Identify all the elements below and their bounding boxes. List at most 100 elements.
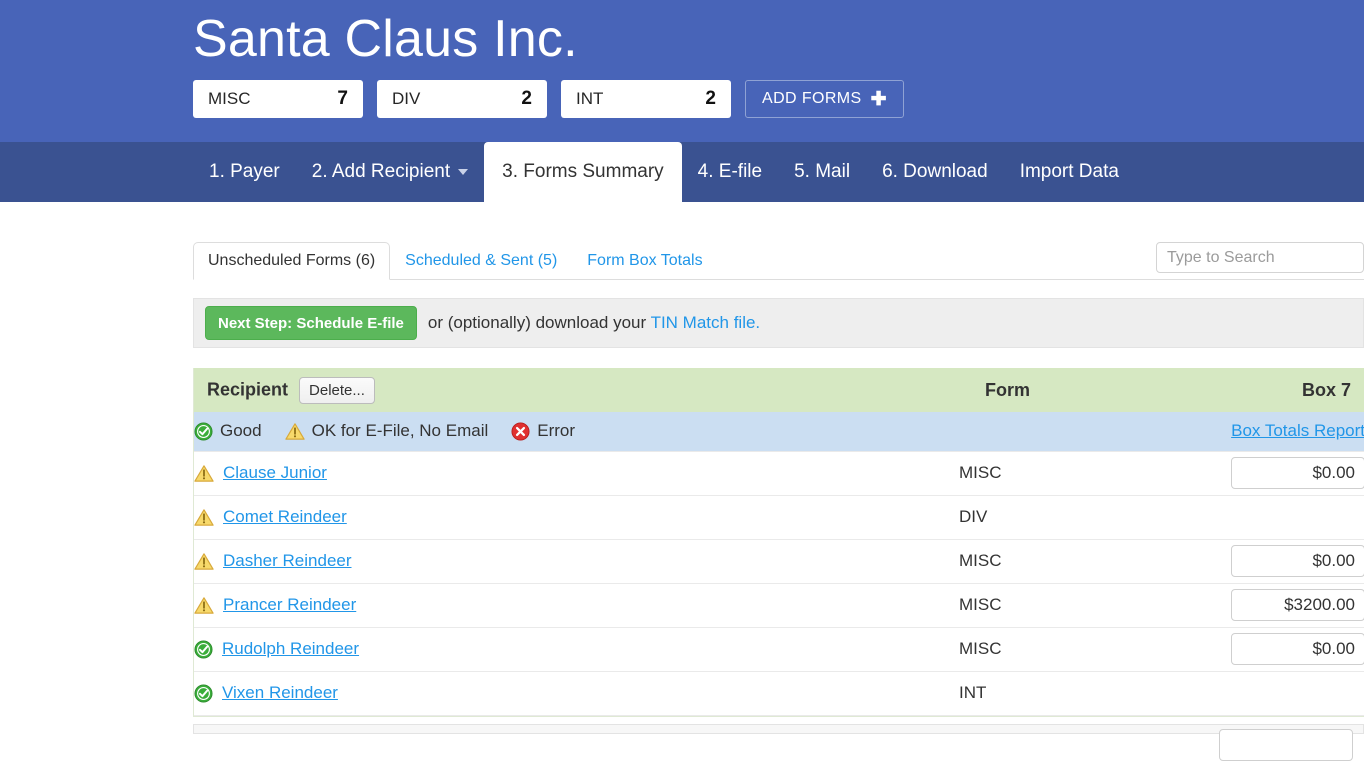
form-badge-int-count: 2: [705, 88, 716, 109]
action-panel-text-prefix: or (optionally) download your: [427, 313, 651, 332]
chevron-down-icon: [458, 169, 469, 175]
recipient-cell: Rudolph Reindeer: [194, 627, 959, 671]
column-header-recipient: Recipient Delete...: [194, 368, 959, 412]
company-title: Santa Claus Inc.: [193, 10, 578, 68]
recipient-inner: Comet Reindeer: [194, 507, 959, 527]
status-warning-triangle-icon: [194, 552, 214, 571]
action-panel: Next Step: Schedule E-file or (optionall…: [193, 298, 1364, 348]
column-header-box7: Box 7: [1301, 379, 1351, 400]
form-badge-row: MISC 7 DIV 2 INT 2 ADD FORMS ✚: [193, 80, 904, 118]
table-row[interactable]: Dasher Reindeer MISC: [194, 539, 1364, 583]
form-badge-int[interactable]: INT 2: [561, 80, 731, 118]
nav-item-forms-summary-label: 3. Forms Summary: [502, 161, 664, 182]
recipient-inner: Vixen Reindeer: [194, 683, 959, 703]
search-input[interactable]: [1156, 242, 1364, 273]
status-warning-triangle-icon: [194, 464, 214, 483]
box-amount-input[interactable]: [1231, 457, 1364, 489]
table-row[interactable]: Prancer Reindeer MISC: [194, 583, 1364, 627]
recipient-link[interactable]: Clause Junior: [223, 463, 327, 483]
tab-unscheduled-forms-label: Unscheduled Forms (6): [208, 252, 376, 269]
nav-item-import-data-label: Import Data: [1019, 161, 1119, 182]
add-forms-button[interactable]: ADD FORMS ✚: [745, 80, 904, 118]
action-panel-text: or (optionally) download your TIN Match …: [428, 313, 760, 333]
nav-item-add-recipient-label: 2. Add Recipient: [311, 161, 451, 182]
form-badge-misc-count: 7: [337, 88, 348, 109]
table-row[interactable]: Vixen Reindeer INT: [194, 671, 1364, 715]
tab-scheduled-sent[interactable]: Scheduled & Sent (5): [390, 242, 572, 280]
delete-button[interactable]: Delete...: [299, 376, 375, 404]
main-navigation-bar: 1. Payer 2. Add Recipient 3. Forms Summa…: [0, 142, 1364, 202]
status-warning-triangle-icon: [194, 508, 214, 527]
status-legend-row: Good OK for E-File, No Email Error Box T…: [194, 412, 1364, 451]
nav-item-mail-label: 5. Mail: [794, 161, 851, 182]
form-type-cell: DIV: [959, 507, 988, 526]
recipient-link[interactable]: Prancer Reindeer: [223, 595, 356, 615]
tab-scheduled-sent-label: Scheduled & Sent (5): [405, 252, 558, 269]
column-header-recipient-label: Recipient: [207, 378, 289, 399]
nav-item-download-label: 6. Download: [882, 161, 988, 182]
table-row[interactable]: Comet Reindeer DIV: [194, 495, 1364, 539]
status-warning-triangle-icon: [194, 596, 214, 615]
search-container: [1156, 242, 1364, 273]
box-totals-report-link[interactable]: Box Totals Report: [1231, 421, 1364, 440]
nav-item-add-recipient[interactable]: 2. Add Recipient: [296, 142, 484, 202]
brand-header: Santa Claus Inc. MISC 7 DIV 2 INT 2 ADD …: [0, 0, 1364, 142]
box-amount-cell: [1206, 583, 1364, 627]
status-good-check-icon: [194, 422, 213, 441]
box-amount-cell: [1206, 539, 1364, 583]
recipient-inner: Prancer Reindeer: [194, 595, 959, 615]
recipient-link[interactable]: Comet Reindeer: [223, 507, 347, 527]
tab-form-box-totals[interactable]: Form Box Totals: [572, 242, 717, 280]
recipient-cell: Comet Reindeer: [194, 495, 959, 539]
box-amount-cell: [1206, 627, 1364, 671]
main-content: Unscheduled Forms (6) Scheduled & Sent (…: [193, 202, 1364, 717]
nav-item-payer[interactable]: 1. Payer: [193, 142, 296, 202]
form-type-cell: MISC: [959, 595, 1002, 614]
nav-item-efile-label: 4. E-file: [697, 161, 763, 182]
form-type-cell: MISC: [959, 463, 1002, 482]
recipient-link[interactable]: Vixen Reindeer: [222, 683, 338, 703]
box-amount-input[interactable]: [1231, 633, 1364, 665]
tab-unscheduled-forms[interactable]: Unscheduled Forms (6): [193, 242, 391, 280]
form-badge-int-label: INT: [576, 89, 604, 108]
table-row[interactable]: Clause Junior MISC: [194, 451, 1364, 495]
nav-item-download[interactable]: 6. Download: [866, 142, 1004, 202]
recipient-cell: Prancer Reindeer: [194, 583, 959, 627]
nav-item-import-data[interactable]: Import Data: [1004, 142, 1135, 202]
form-badge-div[interactable]: DIV 2: [377, 80, 547, 118]
recipient-inner: Dasher Reindeer: [194, 551, 959, 571]
footer-panel-partial: [193, 724, 1364, 734]
form-badge-misc-label: MISC: [208, 89, 251, 108]
recipient-cell: Vixen Reindeer: [194, 671, 959, 715]
status-legend-good-label: Good: [220, 421, 262, 441]
status-legend-warning-label: OK for E-File, No Email: [311, 421, 489, 441]
nav-item-efile[interactable]: 4. E-file: [682, 142, 778, 202]
column-header-form: Form: [985, 379, 1030, 400]
status-legend: Good OK for E-File, No Email Error: [194, 421, 1206, 441]
nav-item-payer-label: 1. Payer: [209, 161, 280, 182]
nav-item-forms-summary[interactable]: 3. Forms Summary: [484, 142, 682, 202]
recipient-link[interactable]: Dasher Reindeer: [223, 551, 352, 571]
table-row[interactable]: Rudolph Reindeer MISC: [194, 627, 1364, 671]
status-good-check-icon: [194, 683, 213, 703]
recipient-cell: Clause Junior: [194, 451, 959, 495]
recipient-link[interactable]: Rudolph Reindeer: [222, 639, 359, 659]
status-error-x-icon: [511, 422, 530, 441]
sub-tab-bar: Unscheduled Forms (6) Scheduled & Sent (…: [193, 238, 1364, 280]
box-amount-cell: [1206, 671, 1364, 715]
forms-table-head: Recipient Delete... Form Box 7 Good OK f…: [194, 368, 1364, 451]
plus-icon: ✚: [870, 88, 887, 110]
status-legend-cell: Good OK for E-File, No Email Error: [194, 412, 1206, 451]
form-badge-misc[interactable]: MISC 7: [193, 80, 363, 118]
forms-table-wrapper: Recipient Delete... Form Box 7 Good OK f…: [193, 368, 1364, 717]
form-badge-div-label: DIV: [392, 89, 421, 108]
nav-item-mail[interactable]: 5. Mail: [778, 142, 866, 202]
box-amount-cell: [1206, 451, 1364, 495]
box-amount-input[interactable]: [1231, 589, 1364, 621]
next-step-schedule-efile-button[interactable]: Next Step: Schedule E-file: [205, 306, 417, 340]
form-type-cell: INT: [959, 683, 987, 702]
table-header-row: Recipient Delete... Form Box 7: [194, 368, 1364, 412]
tin-match-file-link[interactable]: TIN Match file.: [651, 313, 761, 332]
status-warning-triangle-icon: [284, 422, 305, 441]
box-amount-input[interactable]: [1231, 545, 1364, 577]
